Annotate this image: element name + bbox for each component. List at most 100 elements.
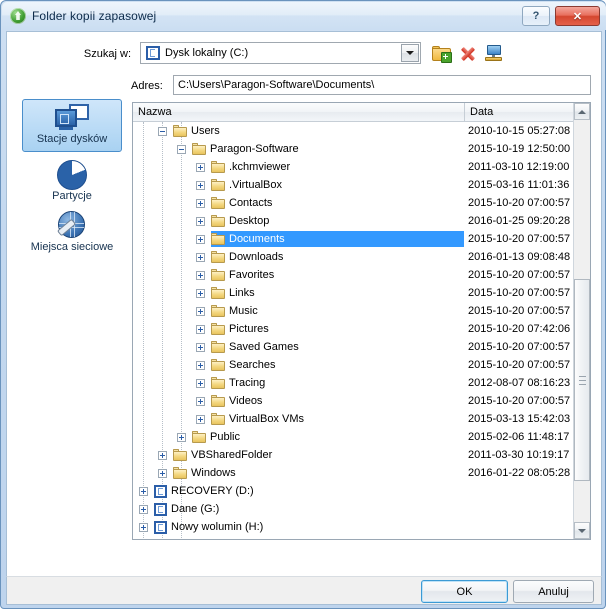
- folder-icon: [173, 125, 187, 137]
- tree-row[interactable]: VirtualBox VMs 2015-03-13 15:42:03: [133, 410, 574, 428]
- expand-icon[interactable]: [196, 252, 205, 262]
- tree-row[interactable]: Public 2015-02-06 11:48:17: [133, 428, 574, 446]
- tree-row-name: Paragon-Software: [177, 140, 299, 158]
- expand-icon[interactable]: [158, 468, 167, 478]
- tree-row[interactable]: Searches 2015-10-20 07:00:57: [133, 356, 574, 374]
- tree-row-name: Downloads: [196, 248, 283, 266]
- expand-icon[interactable]: [196, 216, 205, 226]
- tree-row[interactable]: Music 2015-10-20 07:00:57: [133, 302, 574, 320]
- tree-row-label: .VirtualBox: [229, 179, 282, 191]
- tree-row[interactable]: Links 2015-10-20 07:00:57: [133, 284, 574, 302]
- tree-row[interactable]: Favorites 2015-10-20 07:00:57: [133, 266, 574, 284]
- tree-row[interactable]: Videos 2015-10-20 07:00:57: [133, 392, 574, 410]
- title-bar: Folder kopii zapasowej: [2, 2, 606, 30]
- tree-row[interactable]: Paragon-Software 2015-10-19 12:50:00: [133, 140, 574, 158]
- sidebar-item-label: Partycje: [52, 190, 92, 202]
- expand-icon[interactable]: [196, 306, 205, 316]
- tree-row[interactable]: Nowy wolumin (H:): [133, 518, 574, 536]
- scrollbar-thumb[interactable]: [574, 279, 590, 481]
- tree-row[interactable]: Desktop 2016-01-25 09:20:28: [133, 212, 574, 230]
- tree-row-date: 2015-10-20 07:00:57: [468, 395, 571, 407]
- address-input[interactable]: [173, 75, 591, 95]
- column-header-name[interactable]: Nazwa: [133, 103, 465, 121]
- folder-tree-body[interactable]: Users 2010-10-15 05:27:08 Paragon-Software…: [133, 122, 574, 539]
- tree-row[interactable]: Downloads 2016-01-13 09:08:48: [133, 248, 574, 266]
- tree-row-label: Documents: [229, 233, 285, 245]
- folder-icon: [211, 341, 225, 353]
- tree-vertical-scrollbar[interactable]: [573, 103, 590, 539]
- tree-row[interactable]: Dane (G:): [133, 500, 574, 518]
- expand-icon[interactable]: [196, 270, 205, 280]
- expand-icon[interactable]: [196, 342, 205, 352]
- help-button[interactable]: ?: [522, 6, 550, 26]
- folder-icon: [192, 143, 206, 155]
- cancel-button-label: Anuluj: [538, 585, 569, 598]
- tree-row[interactable]: Contacts 2015-10-20 07:00:57: [133, 194, 574, 212]
- drive-icon: [146, 46, 160, 60]
- expand-icon[interactable]: [139, 522, 148, 532]
- tree-row[interactable]: Documents 2015-10-20 07:00:57: [133, 230, 574, 248]
- tree-row[interactable]: Pictures 2015-10-20 07:42:06: [133, 320, 574, 338]
- expand-icon[interactable]: [196, 360, 205, 370]
- folder-icon: [173, 449, 187, 461]
- tree-row-date: 2015-02-06 11:48:17: [468, 431, 570, 443]
- sidebar-item-drives[interactable]: Stacje dysków: [22, 99, 122, 152]
- expand-icon[interactable]: [196, 234, 205, 244]
- new-folder-button[interactable]: [431, 43, 453, 64]
- tree-row-label: Links: [229, 287, 255, 299]
- tree-row[interactable]: Windows 2016-01-22 08:05:28: [133, 464, 574, 482]
- sidebar-item-partitions[interactable]: Partycje: [22, 157, 122, 210]
- expand-icon[interactable]: [139, 486, 148, 496]
- sidebar-item-label: Stacje dysków: [36, 133, 108, 145]
- expand-icon[interactable]: [196, 198, 205, 208]
- map-network-drive-button[interactable]: [483, 43, 505, 64]
- drive-icon: [154, 520, 167, 534]
- tree-row-date: 2016-01-13 09:08:48: [468, 251, 571, 263]
- folder-icon: [211, 305, 225, 317]
- tree-row[interactable]: Saved Games 2015-10-20 07:00:57: [133, 338, 574, 356]
- expand-icon[interactable]: [196, 378, 205, 388]
- tree-row-label: RECOVERY (D:): [171, 485, 254, 497]
- tree-row[interactable]: .VirtualBox 2015-03-16 11:01:36: [133, 176, 574, 194]
- tree-row[interactable]: RECOVERY (D:): [133, 482, 574, 500]
- scroll-down-button[interactable]: [574, 522, 590, 539]
- tree-row-label: Favorites: [229, 269, 275, 281]
- expand-icon[interactable]: [139, 504, 148, 514]
- tree-row[interactable]: .kchmviewer 2011-03-10 12:19:00: [133, 158, 574, 176]
- expand-icon[interactable]: [196, 396, 205, 406]
- new-folder-icon: [432, 46, 452, 63]
- chevron-down-icon[interactable]: [401, 44, 419, 62]
- expand-icon[interactable]: [196, 288, 205, 298]
- expand-icon[interactable]: [196, 414, 205, 424]
- delete-button[interactable]: [457, 43, 479, 64]
- expand-icon[interactable]: [196, 162, 205, 172]
- tree-row[interactable]: Users 2010-10-15 05:27:08: [133, 122, 574, 140]
- expand-icon[interactable]: [196, 180, 205, 190]
- ok-button[interactable]: OK: [421, 580, 508, 603]
- tree-row-name: Dane (G:): [139, 500, 219, 518]
- expand-icon[interactable]: [177, 432, 186, 442]
- cancel-button[interactable]: Anuluj: [513, 580, 594, 603]
- tree-row-label: .kchmviewer: [229, 161, 291, 173]
- tree-row-name: VBSharedFolder: [158, 446, 272, 464]
- close-button[interactable]: ✕: [555, 6, 600, 26]
- tree-row[interactable]: VBSharedFolder 2011-03-30 10:19:17: [133, 446, 574, 464]
- collapse-icon[interactable]: [177, 144, 186, 154]
- tree-row[interactable]: Tracing 2012-08-07 08:16:23: [133, 374, 574, 392]
- look-in-combobox[interactable]: Dysk lokalny (C:): [140, 42, 421, 64]
- tree-row-label: VBSharedFolder: [191, 449, 273, 461]
- scroll-up-button[interactable]: [574, 103, 590, 120]
- tree-row-date: 2016-01-25 09:20:28: [468, 215, 571, 227]
- folder-icon: [192, 431, 206, 443]
- expand-icon[interactable]: [158, 450, 167, 460]
- folder-icon: [173, 467, 187, 479]
- address-label: Adres:: [131, 80, 163, 92]
- collapse-icon[interactable]: [158, 126, 167, 136]
- sidebar-item-network-places[interactable]: Miejsca sieciowe: [22, 208, 122, 261]
- tree-row-label: Saved Games: [229, 341, 299, 353]
- tree-row-name: Links: [196, 284, 255, 302]
- expand-icon[interactable]: [196, 324, 205, 334]
- tree-row-name: Videos: [196, 392, 262, 410]
- tree-row-date: 2015-10-20 07:00:57: [468, 269, 571, 281]
- column-header-date[interactable]: Data: [465, 103, 574, 121]
